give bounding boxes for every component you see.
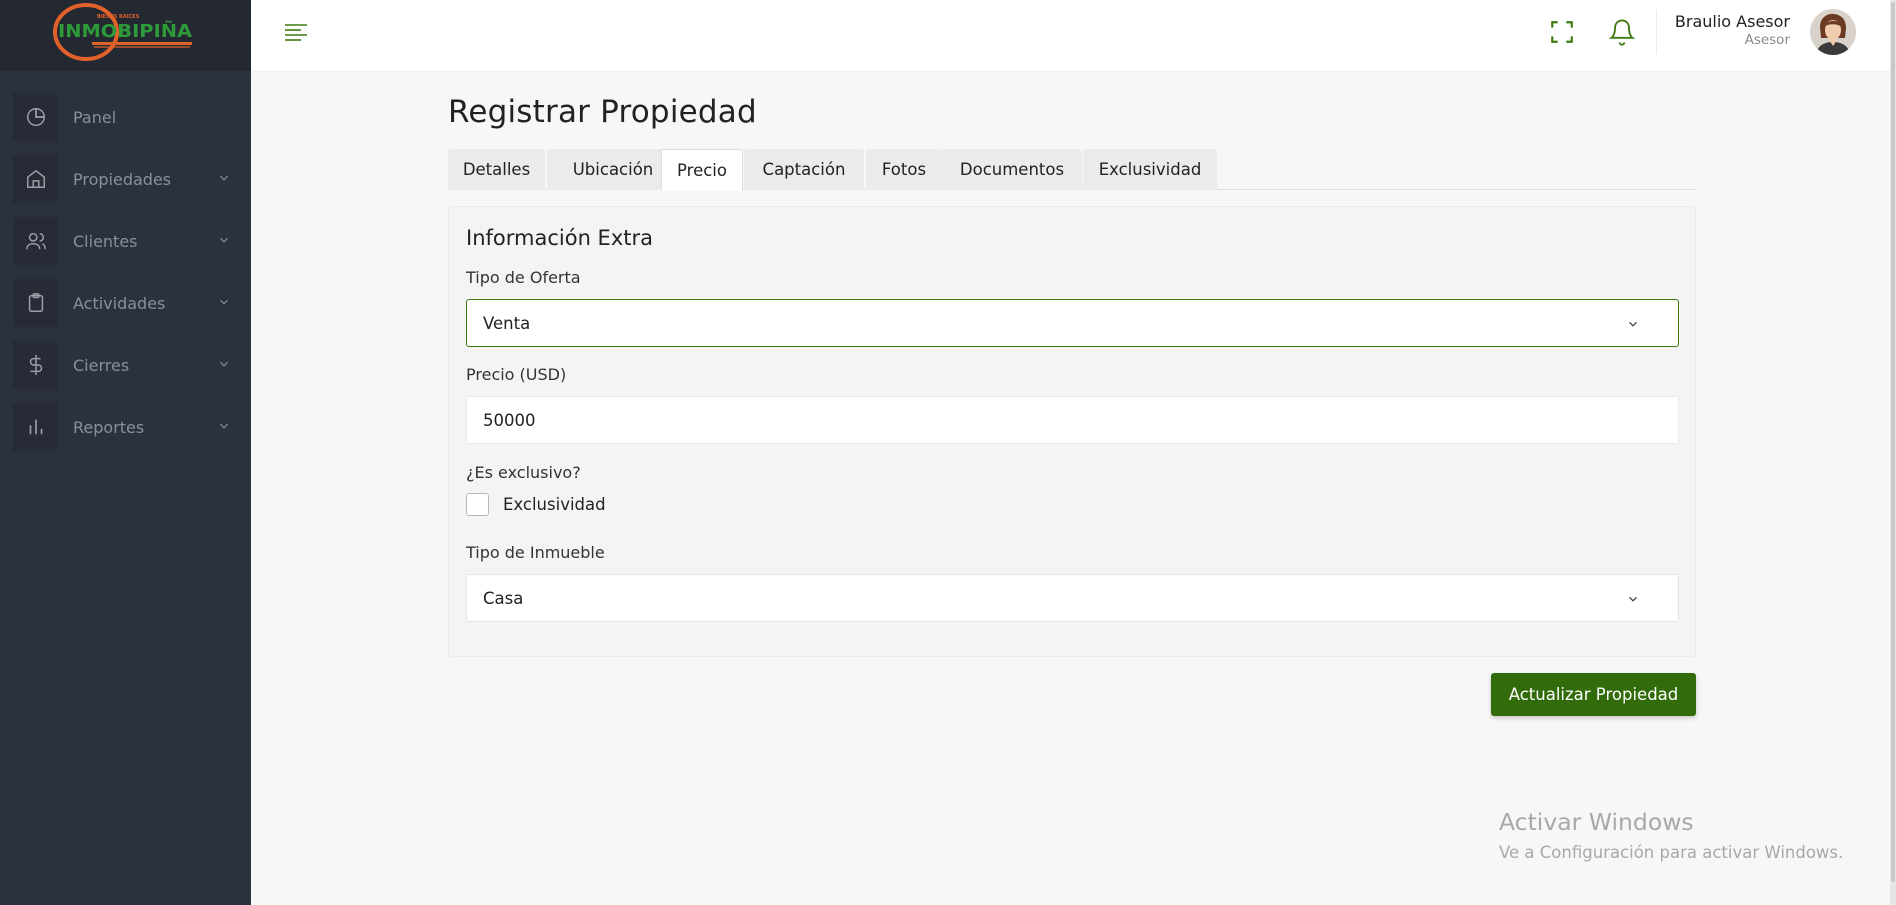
chevron-down-icon [1629, 596, 1637, 602]
sidebar-item-clientes[interactable]: Clientes [0, 216, 251, 266]
scrollbar-thumb[interactable] [1891, 2, 1895, 882]
clipboard-icon [13, 279, 58, 327]
windows-activation-subtitle: Ve a Configuración para activar Windows. [1499, 843, 1844, 862]
update-property-button[interactable]: Actualizar Propiedad [1491, 673, 1696, 716]
chevron-down-icon [220, 175, 228, 181]
fullscreen-icon[interactable] [1549, 19, 1575, 45]
sidebar: BIENES RAICES INMOBIPIÑA Panel Propiedad… [0, 0, 251, 905]
tab-captacion[interactable]: Captación [744, 149, 864, 190]
user-role: Asesor [1744, 32, 1790, 48]
windows-activation-title: Activar Windows [1499, 808, 1694, 836]
price-input[interactable]: 50000 [466, 396, 1679, 444]
logo-bar: BIENES RAICES INMOBIPIÑA [0, 0, 251, 71]
sidebar-item-label: Cierres [73, 355, 130, 375]
sidebar-item-reportes[interactable]: Reportes [0, 402, 251, 452]
chevron-down-icon [1629, 321, 1637, 327]
tab-bar: Detalles Ubicación Precio Captación Foto… [448, 149, 1696, 191]
bell-icon[interactable] [1608, 17, 1636, 47]
sidebar-item-label: Reportes [73, 417, 145, 437]
inmobipina-logo[interactable]: BIENES RAICES INMOBIPIÑA [50, 2, 196, 62]
exclusive-checkbox[interactable] [466, 493, 489, 516]
tab-exclusividad[interactable]: Exclusividad [1083, 149, 1217, 190]
page-title: Registrar Propiedad [448, 94, 757, 130]
chevron-down-icon [220, 299, 228, 305]
topbar-divider [1656, 10, 1657, 54]
bar-chart-icon [13, 403, 58, 451]
menu-toggle-icon[interactable] [284, 22, 308, 42]
tab-fotos[interactable]: Fotos [866, 149, 942, 190]
sidebar-item-propiedades[interactable]: Propiedades [0, 154, 251, 204]
tab-documentos[interactable]: Documentos [942, 149, 1082, 190]
sidebar-item-actividades[interactable]: Actividades [0, 278, 251, 328]
home-icon [13, 155, 58, 203]
exclusive-label: ¿Es exclusivo? [466, 463, 581, 482]
dollar-icon [13, 341, 58, 389]
pie-chart-icon [13, 93, 58, 141]
section-title: Información Extra [466, 226, 653, 250]
user-name: Braulio Asesor [1674, 12, 1790, 31]
users-icon [13, 217, 58, 265]
sidebar-nav: Panel Propiedades Clientes Actividades C… [0, 71, 251, 452]
price-label: Precio (USD) [466, 365, 567, 384]
svg-text:BIENES RAICES: BIENES RAICES [97, 14, 140, 20]
exclusive-checkbox-label[interactable]: Exclusividad [503, 495, 606, 514]
offer-type-select[interactable]: Venta [466, 299, 1679, 347]
sidebar-item-label: Actividades [73, 293, 166, 313]
sidebar-item-cierres[interactable]: Cierres [0, 340, 251, 390]
property-type-select[interactable]: Casa [466, 574, 1679, 622]
avatar[interactable] [1810, 9, 1856, 55]
property-type-label: Tipo de Inmueble [466, 543, 605, 562]
offer-type-value: Venta [483, 313, 531, 333]
tab-detalles[interactable]: Detalles [448, 149, 545, 190]
chevron-down-icon [220, 361, 228, 367]
scrollbar[interactable] [1890, 0, 1896, 905]
sidebar-item-label: Clientes [73, 231, 138, 251]
chevron-down-icon [220, 237, 228, 243]
topbar: Braulio Asesor Asesor [251, 0, 1896, 71]
tab-precio[interactable]: Precio [661, 149, 743, 191]
sidebar-item-label: Panel [73, 107, 117, 127]
offer-type-label: Tipo de Oferta [466, 268, 581, 287]
sidebar-item-label: Propiedades [73, 169, 172, 189]
sidebar-item-panel[interactable]: Panel [0, 92, 251, 142]
form-card: Información Extra Tipo de Oferta Venta P… [448, 206, 1696, 657]
tab-ubicacion[interactable]: Ubicación [547, 149, 679, 190]
svg-text:INMOBIPIÑA: INMOBIPIÑA [58, 19, 192, 42]
chevron-down-icon [220, 423, 228, 429]
property-type-value: Casa [483, 588, 524, 608]
